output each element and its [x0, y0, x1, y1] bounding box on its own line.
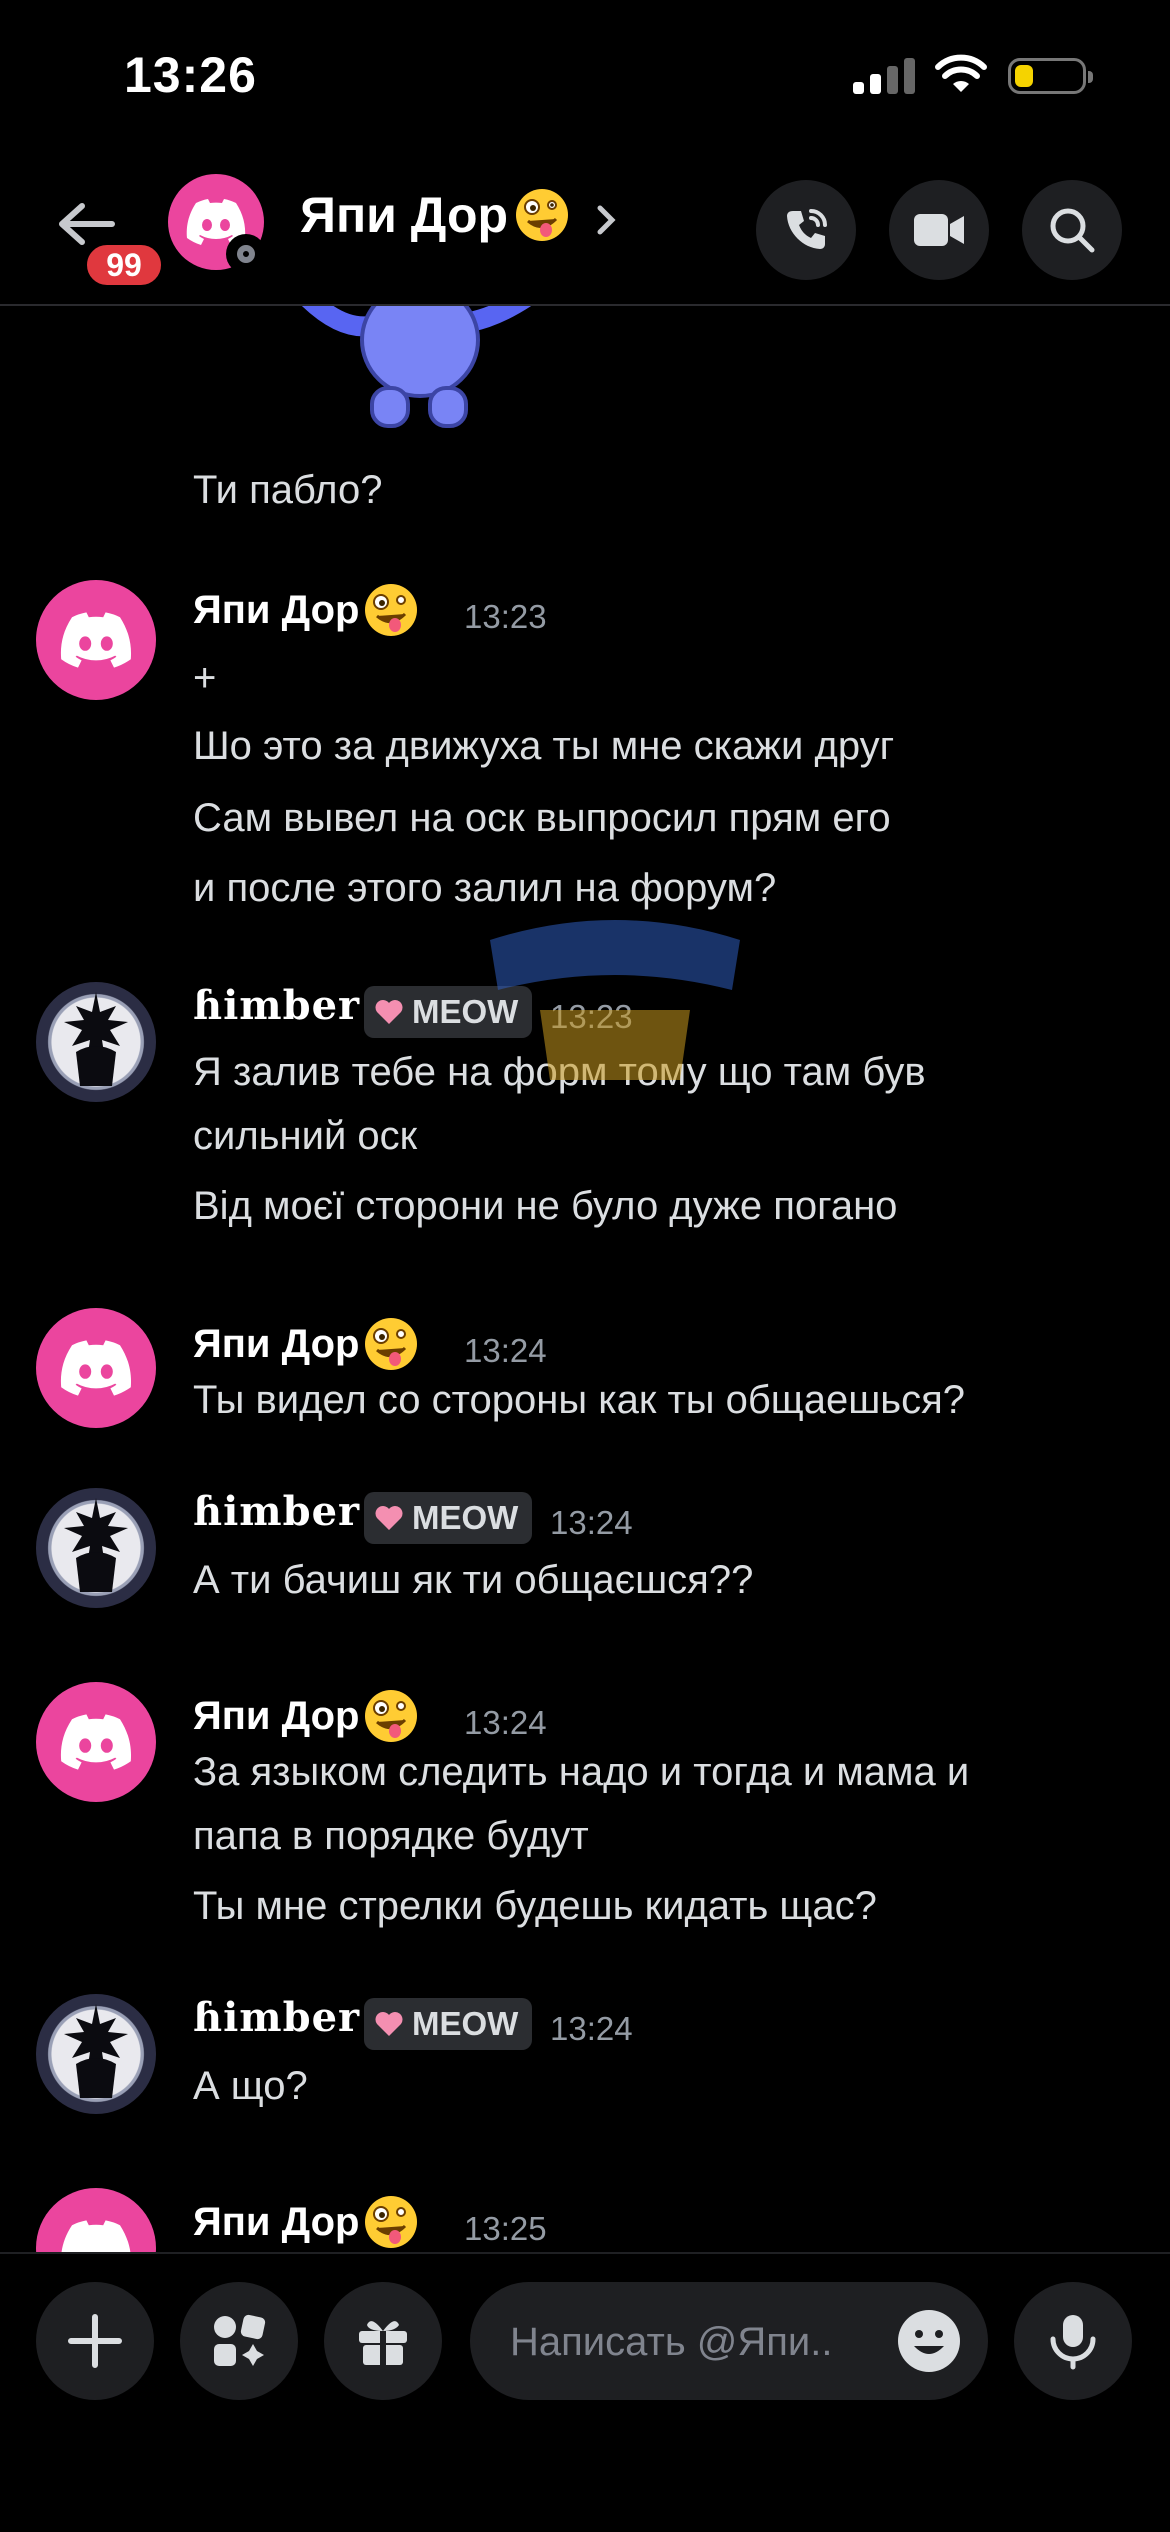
- wifi-icon: [935, 54, 987, 92]
- attach-button[interactable]: [36, 2282, 154, 2400]
- apps-button[interactable]: [180, 2282, 298, 2400]
- watermark-logo: [490, 920, 740, 1080]
- discord-logo-icon: [60, 1340, 132, 1396]
- author-name[interactable]: Япи Дор: [193, 1316, 419, 1372]
- search-button[interactable]: [1022, 180, 1122, 280]
- guild-tag-label: MEOW: [412, 1499, 519, 1536]
- signal-icon: [853, 58, 915, 94]
- author-name-text: Япи Дор: [193, 1321, 360, 1366]
- chevron-right-icon[interactable]: [594, 202, 618, 238]
- heart-icon: [375, 1506, 403, 1530]
- video-call-button[interactable]: [889, 180, 989, 280]
- message-line: Шо это за движуха ты мне скажи друг: [193, 724, 895, 768]
- phone-call-icon: [787, 209, 827, 249]
- dark-figure-avatar-icon: [64, 2004, 128, 2098]
- zany-face-emoji-icon: [365, 1318, 418, 1370]
- discord-logo-icon: [61, 2220, 131, 2252]
- status-bar: 13:26: [0, 0, 1170, 150]
- author-name[interactable]: ɦimber: [193, 982, 360, 1029]
- message-composer: Написать @Япи..: [0, 2252, 1170, 2532]
- avatar[interactable]: [36, 982, 156, 1102]
- message-list[interactable]: Ти пабло? Япи Дор 13:23 + Шо это за движ…: [0, 306, 1170, 2252]
- message-line: А ти бачиш як ти общаєшся??: [193, 1558, 754, 1602]
- zany-face-emoji-icon: [365, 2196, 418, 2248]
- message-line: За языком следить надо и тогда и мама и: [193, 1750, 970, 1794]
- message-input-placeholder: Написать @Япи..: [510, 2320, 833, 2364]
- avatar[interactable]: [36, 1488, 156, 1608]
- voice-message-button[interactable]: [1014, 2282, 1132, 2400]
- microphone-icon: [1050, 2315, 1096, 2370]
- author-name-text: Япи Дор: [193, 1693, 360, 1738]
- timestamp: 13:24: [464, 1704, 547, 1741]
- author-name[interactable]: ɦimber: [193, 1488, 360, 1535]
- author-name[interactable]: ɦimber: [193, 1994, 360, 2041]
- gift-button[interactable]: [324, 2282, 442, 2400]
- video-camera-icon: [914, 214, 964, 246]
- author-name[interactable]: Япи Дор: [193, 1688, 419, 1744]
- timestamp: 13:24: [550, 2010, 633, 2047]
- message-line: Ти пабло?: [193, 468, 383, 512]
- title-text: Япи Дор: [300, 187, 509, 243]
- author-name-text: Япи Дор: [193, 587, 360, 632]
- clock: 13:26: [124, 47, 257, 103]
- avatar[interactable]: [36, 580, 156, 700]
- emoji-picker-icon[interactable]: [896, 2308, 962, 2374]
- message-line: +: [193, 656, 217, 700]
- plus-icon: [68, 2314, 122, 2368]
- dm-header: 99 Япи Дор: [0, 150, 1170, 306]
- timestamp: 13:25: [464, 2210, 547, 2247]
- avatar[interactable]: [36, 1682, 156, 1802]
- avatar[interactable]: [36, 2188, 156, 2252]
- zany-face-emoji-icon: [516, 189, 569, 241]
- timestamp: 13:24: [550, 1504, 633, 1541]
- message-input[interactable]: Написать @Япи..: [470, 2282, 988, 2400]
- heart-icon: [375, 1000, 403, 1024]
- dark-figure-avatar-icon: [64, 992, 128, 1086]
- avatar[interactable]: [36, 1994, 156, 2114]
- timestamp: 13:24: [464, 1332, 547, 1369]
- avatar[interactable]: [36, 1308, 156, 1428]
- discord-logo-icon: [60, 612, 132, 668]
- guild-tag-label: MEOW: [412, 2005, 519, 2042]
- message-line: А що?: [193, 2064, 308, 2108]
- message-line: Від моєї сторони не було дуже погано: [193, 1184, 898, 1228]
- message-line: Ты мне стрелки будешь кидать щас?: [193, 1884, 877, 1928]
- timestamp: 13:23: [464, 598, 547, 635]
- dark-figure-avatar-icon: [64, 1498, 128, 1592]
- apps-icon: [214, 2314, 266, 2366]
- author-name[interactable]: Япи Дор: [193, 582, 419, 638]
- page-title[interactable]: Япи Дор: [300, 186, 570, 244]
- author-name-text: Япи Дор: [193, 2199, 360, 2244]
- zany-face-emoji-icon: [365, 1690, 418, 1742]
- discord-logo-icon: [60, 1714, 132, 1770]
- gift-icon: [359, 2321, 407, 2365]
- guild-tag[interactable]: MEOW: [364, 1492, 533, 1544]
- battery-icon: [1008, 58, 1093, 94]
- search-icon: [1050, 208, 1095, 253]
- status-offline-icon: [226, 234, 266, 274]
- author-name[interactable]: Япи Дор: [193, 2194, 419, 2250]
- message-line: сильний оск: [193, 1114, 418, 1158]
- voice-call-button[interactable]: [756, 180, 856, 280]
- clyde-mascot-sticker: [302, 306, 532, 428]
- guild-tag[interactable]: MEOW: [364, 1998, 533, 2050]
- message-line: папа в порядке будут: [193, 1814, 589, 1858]
- unread-badge: 99: [82, 240, 166, 290]
- message-line: Сам вывел на оск выпросил прям его: [193, 796, 891, 840]
- message-line: Ты видел со стороны как ты общаешься?: [193, 1378, 966, 1422]
- heart-icon: [375, 2012, 403, 2036]
- zany-face-emoji-icon: [365, 584, 418, 636]
